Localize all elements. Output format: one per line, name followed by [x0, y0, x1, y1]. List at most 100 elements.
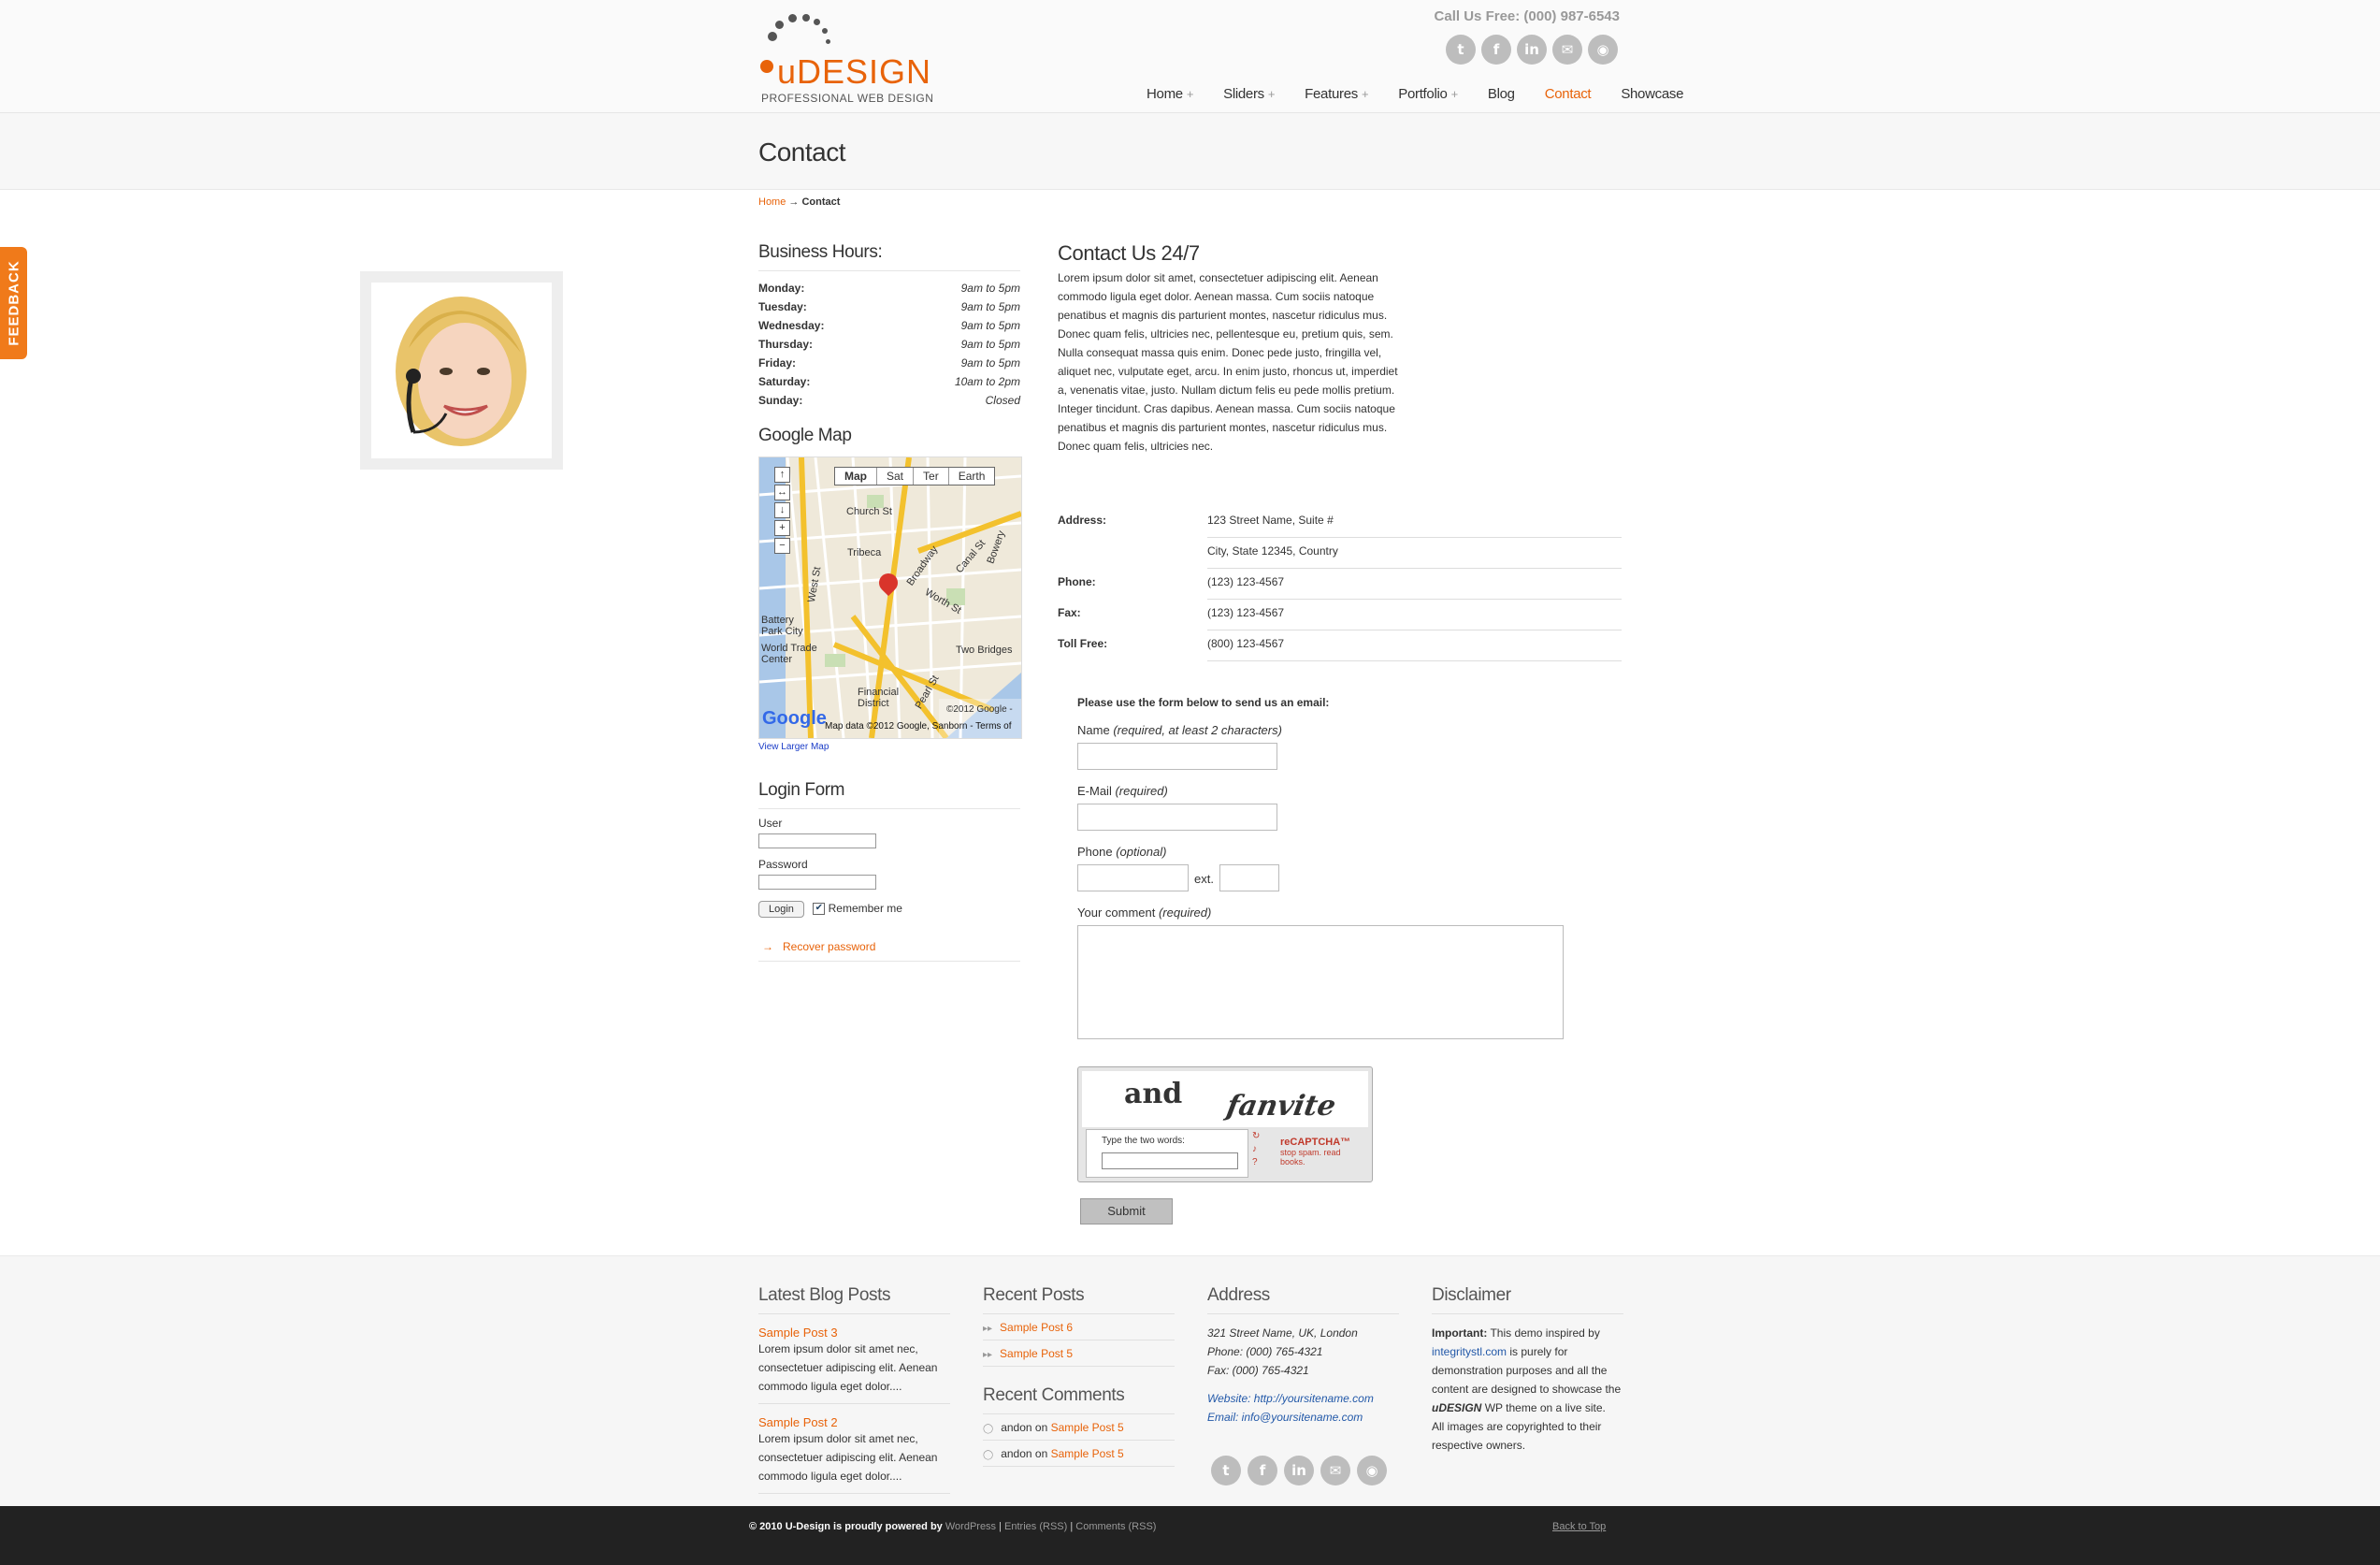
latest-posts-title: Latest Blog Posts	[758, 1285, 950, 1314]
contact-info-table: Address: 123 Street Name, Suite # City, S…	[1058, 507, 1622, 661]
address-website-link[interactable]: Website: http://yoursitename.com	[1207, 1389, 1399, 1408]
linkedin-icon[interactable]: in	[1517, 35, 1547, 65]
map-tab-map[interactable]: Map	[835, 468, 877, 485]
business-hours-title: Business Hours:	[758, 242, 1020, 271]
map-tab-ter[interactable]: Ter	[914, 468, 949, 485]
footer-latest-posts: Latest Blog Posts Sample Post 3 Lorem ip…	[758, 1285, 950, 1494]
hours-row: Saturday: 10am to 2pm	[758, 375, 1020, 388]
feedback-tab[interactable]: FEEDBACK	[0, 247, 27, 359]
form-intro: Please use the form below to send us an …	[1077, 696, 1330, 709]
contact-intro-text: Lorem ipsum dolor sit amet, consectetuer…	[1058, 271, 1398, 453]
nav-blog[interactable]: Blog	[1473, 86, 1530, 102]
view-larger-map-link[interactable]: View Larger Map	[758, 742, 1020, 752]
map-tab-earth[interactable]: Earth	[949, 468, 995, 485]
main-nav: Home + Sliders + Features + Portfolio + Blog…	[1132, 86, 1698, 102]
recent-post-item: ▸▸ Sample Post 6	[983, 1314, 1175, 1340]
logo[interactable]: uDESIGN PROFESSIONAL WEB DESIGN	[758, 11, 933, 109]
entries-rss-link[interactable]: Entries (RSS)	[1004, 1521, 1067, 1532]
map-label: Tribeca	[847, 547, 882, 558]
bottom-bar: © 2010 U-Design is proudly powered by Wo…	[0, 1506, 2380, 1565]
recover-password-link[interactable]: Recover password	[783, 940, 875, 953]
rss-icon[interactable]: ◉	[1588, 35, 1618, 65]
address-fax: Fax: (000) 765-4321	[1207, 1364, 1309, 1377]
email-label: E-Mail (required)	[1077, 784, 1168, 798]
latest-post-link[interactable]: Sample Post 3	[758, 1326, 838, 1340]
submenu-plus-icon: +	[1267, 87, 1276, 101]
call-us-text: Call Us Free: (000) 987-6543	[1434, 8, 1620, 24]
email-icon[interactable]: ✉	[1320, 1456, 1350, 1485]
captcha-word-2: fanvite	[1223, 1090, 1339, 1123]
speech-bubble-icon: ◯	[983, 1450, 994, 1460]
map-zoom-in-icon[interactable]: +	[774, 520, 790, 536]
map-label: World Trade Center	[761, 643, 817, 665]
map-label: Battery Park City	[761, 615, 803, 637]
email-form: Please use the form below to send us an …	[1077, 696, 1601, 1039]
disclaimer-title: Disclaimer	[1432, 1285, 1623, 1314]
captcha-help-icon[interactable]: ?	[1252, 1157, 1265, 1167]
map-tab-sat[interactable]: Sat	[877, 468, 915, 485]
captcha-audio-icon[interactable]: ♪	[1252, 1144, 1265, 1154]
map-pan-left-right-icon[interactable]: ↔	[774, 485, 790, 500]
address-email-link[interactable]: Email: info@yoursitename.com	[1207, 1408, 1399, 1427]
rss-icon[interactable]: ◉	[1357, 1456, 1387, 1485]
hours-row: Friday: 9am to 5pm	[758, 356, 1020, 370]
twitter-icon[interactable]: t	[1211, 1456, 1241, 1485]
hours-row: Tuesday: 9am to 5pm	[758, 300, 1020, 313]
name-input[interactable]	[1077, 743, 1277, 770]
nav-sliders[interactable]: Sliders +	[1208, 86, 1290, 102]
contact-row: Fax: (123) 123-4567	[1058, 600, 1622, 630]
user-input[interactable]	[758, 833, 876, 848]
map-zoom-out-icon[interactable]: −	[774, 538, 790, 554]
google-map[interactable]: ↑ ↔ ↓ + − Map Sat Ter Earth Church St Tr…	[758, 456, 1022, 739]
twitter-icon[interactable]: t	[1446, 35, 1476, 65]
comments-rss-link[interactable]: Comments (RSS)	[1075, 1521, 1156, 1532]
password-input[interactable]	[758, 875, 876, 890]
breadcrumb-home-link[interactable]: Home	[758, 196, 786, 208]
facebook-icon[interactable]: f	[1481, 35, 1511, 65]
address-line: 321 Street Name, UK, London	[1207, 1326, 1358, 1340]
submenu-plus-icon: +	[1186, 87, 1194, 101]
logo-tagline: PROFESSIONAL WEB DESIGN	[761, 92, 934, 105]
captcha-refresh-icon[interactable]: ↻	[1252, 1131, 1265, 1141]
map-pan-up-icon[interactable]: ↑	[774, 467, 790, 483]
phone-label: Phone (optional)	[1077, 845, 1167, 859]
latest-post-excerpt: Lorem ipsum dolor sit amet nec, consecte…	[758, 1340, 950, 1404]
submit-button[interactable]: Submit	[1080, 1198, 1173, 1224]
nav-portfolio[interactable]: Portfolio +	[1383, 86, 1473, 102]
nav-contact[interactable]: Contact	[1530, 86, 1607, 102]
footer-recent-posts: Recent Posts ▸▸ Sample Post 6 ▸▸ Sample Po…	[983, 1285, 1175, 1467]
phone-input[interactable]	[1077, 864, 1189, 891]
map-zoom-controls[interactable]: ↑ ↔ ↓ + −	[774, 467, 790, 554]
password-label: Password	[758, 858, 808, 871]
nav-features[interactable]: Features +	[1290, 86, 1383, 102]
back-to-top-link[interactable]: Back to Top	[1552, 1521, 1606, 1532]
latest-post-excerpt: Lorem ipsum dolor sit amet nec, consecte…	[758, 1429, 950, 1494]
captcha-image: and fanvite	[1082, 1071, 1368, 1127]
login-button[interactable]: Login	[758, 901, 804, 918]
comment-textarea[interactable]	[1077, 925, 1564, 1039]
phone-ext-input[interactable]	[1219, 864, 1279, 891]
email-input[interactable]	[1077, 804, 1277, 831]
nav-showcase[interactable]: Showcase	[1606, 86, 1698, 102]
facebook-icon[interactable]: f	[1248, 1456, 1277, 1485]
footer-address: Address 321 Street Name, UK, London Phon…	[1207, 1285, 1399, 1485]
recent-comment-item: ◯ andon on Sample Post 5	[983, 1441, 1175, 1467]
address-phone: Phone: (000) 765-4321	[1207, 1345, 1323, 1358]
map-pan-down-icon[interactable]: ↓	[774, 502, 790, 518]
captcha-input[interactable]	[1102, 1152, 1238, 1169]
page-title: Contact	[758, 138, 846, 167]
map-data-credit[interactable]: Map data ©2012 Google, Sanborn - Terms o…	[825, 721, 1012, 732]
latest-post-link[interactable]: Sample Post 2	[758, 1415, 838, 1429]
recent-posts-title: Recent Posts	[983, 1285, 1175, 1314]
linkedin-icon[interactable]: in	[1284, 1456, 1314, 1485]
remember-me-checkbox[interactable]: ✔	[813, 903, 826, 916]
disclaimer-text: Important: This demo inspired by integri…	[1432, 1326, 1622, 1452]
double-arrow-icon: ▸▸	[983, 1350, 993, 1360]
integrity-link[interactable]: integritystl.com	[1432, 1345, 1507, 1358]
map-label: Church St	[846, 506, 892, 517]
nav-home[interactable]: Home +	[1132, 86, 1208, 102]
breadcrumb-separator: →	[788, 196, 800, 208]
google-map-widget: Google Map	[758, 426, 1020, 454]
wordpress-link[interactable]: WordPress	[945, 1521, 996, 1532]
email-icon[interactable]: ✉	[1552, 35, 1582, 65]
